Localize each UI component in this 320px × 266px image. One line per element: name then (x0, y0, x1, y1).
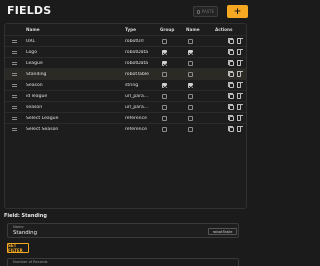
row-name: URL (26, 39, 36, 44)
row-type: string (125, 83, 139, 88)
table-row[interactable]: Season string (5, 79, 246, 90)
trash-icon[interactable] (236, 38, 243, 44)
field-name-label: Name (13, 225, 24, 229)
table-row[interactable]: Select Season reference (5, 123, 246, 134)
row-type: url_para... (125, 94, 149, 99)
table-row[interactable]: URL robotUrl (5, 35, 246, 46)
group-checkbox[interactable] (162, 39, 167, 44)
row-name: season (26, 105, 43, 110)
drag-handle-icon[interactable] (12, 106, 17, 109)
row-name: Select Season (26, 127, 59, 132)
table-header: Name Type Group Name Actions (5, 24, 246, 35)
trash-icon[interactable] (236, 126, 243, 132)
copy-icon[interactable] (228, 82, 234, 88)
copy-icon[interactable] (228, 115, 234, 121)
row-name: Select League (26, 116, 59, 121)
name-checkbox[interactable] (188, 83, 193, 88)
column-header-group: Group (160, 27, 175, 32)
number-of-records-input[interactable]: Number of Records (7, 258, 239, 266)
field-name-input[interactable]: Name Standing robotTable (7, 223, 239, 238)
row-name: League (26, 61, 43, 66)
copy-icon[interactable] (228, 93, 234, 99)
drag-handle-icon[interactable] (12, 128, 17, 131)
column-header-name: Name (26, 27, 40, 32)
table-row[interactable]: id league url_para... (5, 90, 246, 101)
group-checkbox[interactable] (162, 83, 167, 88)
drag-handle-icon[interactable] (12, 95, 17, 98)
copy-icon[interactable] (228, 104, 234, 110)
group-checkbox[interactable] (162, 61, 167, 66)
field-detail-panel: Field: Standing Name Standing robotTable… (0, 210, 251, 266)
paste-label: PASTE (201, 9, 215, 14)
clipboard-icon (196, 9, 200, 14)
name-checkbox[interactable] (188, 50, 193, 55)
name-checkbox[interactable] (188, 127, 193, 132)
table-row[interactable]: Standing robotTable (5, 68, 246, 79)
row-type: reference (125, 127, 147, 132)
drag-handle-icon[interactable] (12, 51, 17, 54)
row-type: robotUrl (125, 39, 144, 44)
column-header-type: Type (125, 27, 136, 32)
name-checkbox[interactable] (188, 94, 193, 99)
group-checkbox[interactable] (162, 72, 167, 77)
drag-handle-icon[interactable] (12, 62, 17, 65)
set-filter-button[interactable]: SET FILTER (7, 243, 29, 253)
group-checkbox[interactable] (162, 94, 167, 99)
trash-icon[interactable] (236, 49, 243, 55)
fields-table: Name Type Group Name Actions URL robotUrl… (4, 23, 247, 209)
table-row[interactable]: Logo robotData (5, 46, 246, 57)
column-header-actions: Actions (215, 27, 233, 32)
add-field-button[interactable]: + (227, 5, 248, 18)
name-checkbox[interactable] (188, 61, 193, 66)
row-type: robotData (125, 61, 149, 66)
trash-icon[interactable] (236, 104, 243, 110)
column-header-name-flag: Name (186, 27, 200, 32)
field-detail-title: Field: Standing (4, 213, 47, 219)
field-type-chip: robotTable (208, 228, 237, 235)
copy-icon[interactable] (228, 126, 234, 132)
row-name: id league (26, 94, 48, 99)
name-checkbox[interactable] (188, 116, 193, 121)
drag-handle-icon[interactable] (12, 117, 17, 120)
name-checkbox[interactable] (188, 39, 193, 44)
row-name: Logo (26, 50, 38, 55)
trash-icon[interactable] (236, 93, 243, 99)
copy-icon[interactable] (228, 49, 234, 55)
page-title: FIELDS (7, 4, 52, 17)
drag-handle-icon[interactable] (12, 73, 17, 76)
trash-icon[interactable] (236, 71, 243, 77)
group-checkbox[interactable] (162, 105, 167, 110)
table-row[interactable]: League robotData (5, 57, 246, 68)
table-row[interactable]: season url_para... (5, 101, 246, 112)
number-of-records-label: Number of Records (13, 260, 48, 264)
paste-button[interactable]: PASTE (193, 6, 218, 17)
trash-icon[interactable] (236, 60, 243, 66)
group-checkbox[interactable] (162, 50, 167, 55)
drag-handle-icon[interactable] (12, 84, 17, 87)
field-name-value: Standing (13, 230, 38, 236)
table-row[interactable]: Select League reference (5, 112, 246, 123)
trash-icon[interactable] (236, 82, 243, 88)
copy-icon[interactable] (228, 71, 234, 77)
row-type: url_para... (125, 105, 149, 110)
name-checkbox[interactable] (188, 72, 193, 77)
row-type: robotTable (125, 72, 150, 77)
row-type: robotData (125, 50, 149, 55)
row-name: Season (26, 83, 43, 88)
group-checkbox[interactable] (162, 127, 167, 132)
trash-icon[interactable] (236, 115, 243, 121)
drag-handle-icon[interactable] (12, 40, 17, 43)
copy-icon[interactable] (228, 38, 234, 44)
copy-icon[interactable] (228, 60, 234, 66)
row-name: Standing (26, 72, 47, 77)
group-checkbox[interactable] (162, 116, 167, 121)
row-type: reference (125, 116, 147, 121)
name-checkbox[interactable] (188, 105, 193, 110)
fields-header: FIELDS PASTE + (0, 0, 251, 22)
